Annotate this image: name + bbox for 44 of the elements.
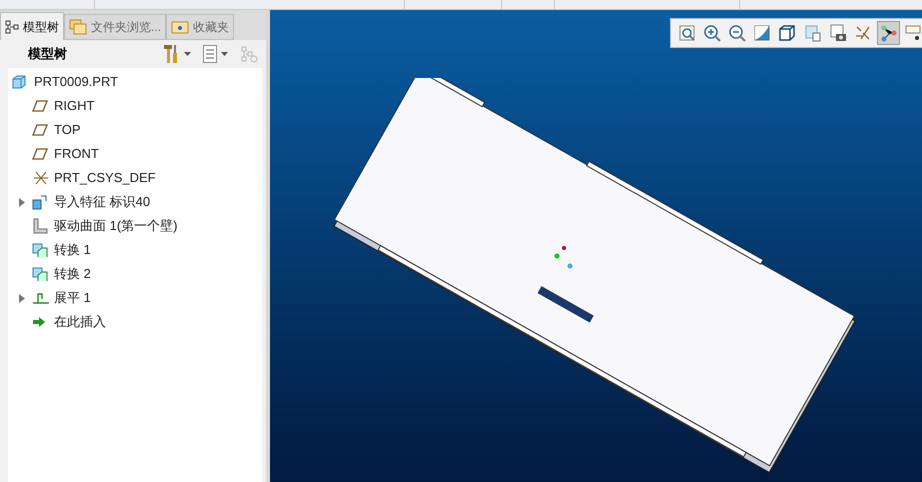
convert-icon [32,242,48,258]
tree-item[interactable]: 转换 1 [54,240,91,260]
import-feature-icon [32,194,48,210]
plane-icon [32,100,48,112]
folders-icon [69,19,87,35]
plane-icon [32,124,48,136]
tree-item[interactable]: PRT0009.PRT [34,72,118,92]
convert-icon [32,266,48,282]
list-icon [203,45,217,63]
tree-item[interactable]: 转换 2 [54,264,91,284]
view-tool-button[interactable] [876,21,900,45]
zoom-in-icon [702,23,722,43]
saved-views-icon [802,23,823,43]
camera-icon [828,23,848,43]
tree-item[interactable]: PRT_CSYS_DEF [54,168,156,188]
tree-icon [5,20,19,34]
panel-title: 模型树 [28,45,67,64]
flatten-icon [32,291,50,305]
panel-tab[interactable]: 收藏夹 [166,14,234,40]
panel-tab[interactable]: 模型树 [0,12,64,40]
wall-icon [32,218,48,234]
caret-icon [221,52,228,56]
coordinate-system-icon [32,170,50,186]
collapsed-arrow-icon[interactable] [18,294,26,302]
tree-item[interactable]: FRONT [54,144,99,164]
tree-item[interactable]: 在此插入 [54,312,106,332]
tree-item[interactable]: 驱动曲面 1(第一个壁) [54,216,178,236]
star-folder-icon [171,20,190,34]
tree-item[interactable]: 展平 1 [54,288,91,308]
caret-icon [184,52,191,56]
refit-icon [676,23,697,43]
hammer-screwdriver-icon [162,44,180,64]
tree-item[interactable]: RIGHT [54,96,94,116]
collapsed-arrow-icon[interactable] [18,198,26,206]
tag-icon [903,23,922,43]
tree-item[interactable]: 导入特征 标识40 [54,192,150,212]
panel-tab[interactable]: 文件夹浏览... [64,14,166,40]
arrow-icon [32,316,46,328]
cube-icon [12,75,26,89]
repaint-icon [752,23,772,43]
tree-item[interactable]: TOP [54,120,80,140]
cube-icon [777,23,798,43]
zoom-out-icon [727,23,747,43]
plane-icon [32,148,48,160]
